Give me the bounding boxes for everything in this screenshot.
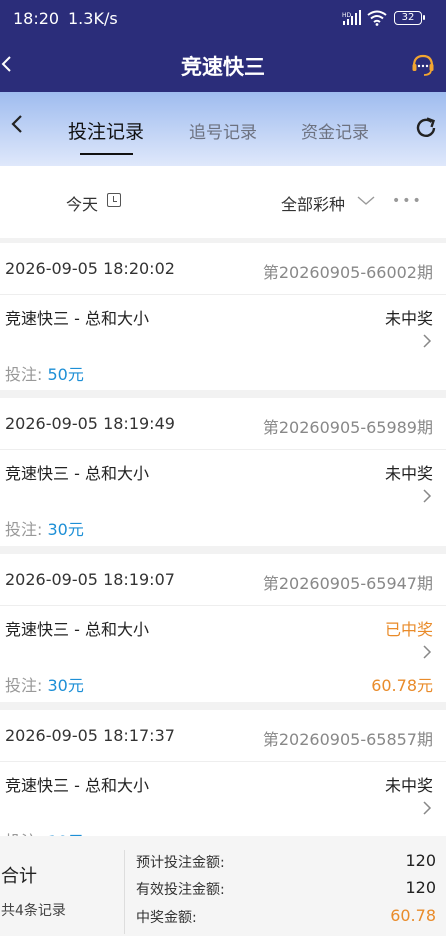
chevron-right-icon[interactable] bbox=[421, 799, 433, 817]
bet-record-card[interactable]: 2026-09-05 18:19:49 第20260905-65989期 竞速快… bbox=[0, 398, 446, 546]
prize-amount: 60.78元 bbox=[371, 676, 433, 695]
record-tabs: 投注记录 追号记录 资金记录 bbox=[0, 92, 446, 166]
tab-back-icon[interactable] bbox=[8, 113, 28, 135]
chevron-down-icon[interactable] bbox=[356, 193, 376, 207]
status-bar: 18:20 1.3K/s HD 32 bbox=[0, 0, 446, 38]
status-time: 18:20 bbox=[13, 9, 60, 28]
page-title: 竞速快三 bbox=[181, 55, 265, 79]
card-divider bbox=[0, 605, 446, 606]
win-status: 已中奖 bbox=[384, 620, 433, 639]
bet-amount-value: 30元 bbox=[47, 676, 84, 695]
game-name: 竞速快三 - 总和大小 bbox=[5, 776, 149, 795]
bet-amount: 投注: 50元 bbox=[5, 361, 84, 385]
summary-footer: 合计 共4条记录 预计投注金额: 120 有效投注金额: 120 中奖金额: 6… bbox=[0, 836, 446, 936]
win-status: 未中奖 bbox=[384, 464, 433, 483]
valid-bet-value: 120 bbox=[405, 878, 436, 897]
tab-fund-records[interactable]: 资金记录 bbox=[301, 118, 369, 143]
bet-record-card[interactable]: 2026-09-05 18:20:02 第20260905-66002期 竞速快… bbox=[0, 243, 446, 390]
chevron-right-icon[interactable] bbox=[421, 487, 433, 505]
card-divider bbox=[0, 294, 446, 295]
refresh-icon[interactable] bbox=[413, 115, 439, 141]
win-status: 未中奖 bbox=[384, 309, 433, 328]
bet-time: 2026-09-05 18:19:07 bbox=[5, 570, 175, 589]
lottery-type-filter[interactable]: 全部彩种 bbox=[281, 191, 345, 215]
clock-icon[interactable] bbox=[107, 193, 121, 207]
summary-total-label: 合计 bbox=[1, 866, 37, 887]
signal-icon: HD bbox=[342, 10, 361, 25]
bet-record-card[interactable]: 2026-09-05 18:19:07 第20260905-65947期 竞速快… bbox=[0, 554, 446, 702]
more-icon[interactable]: ••• bbox=[392, 193, 423, 209]
bet-amount: 投注: 30元 bbox=[5, 672, 84, 696]
game-name: 竞速快三 - 总和大小 bbox=[5, 309, 149, 328]
customer-service-icon[interactable] bbox=[410, 52, 436, 78]
issue-number: 第20260905-65989期 bbox=[262, 418, 433, 437]
bet-amount-value: 30元 bbox=[47, 520, 84, 539]
network-speed: 1.3K/s bbox=[68, 9, 118, 28]
active-tab-indicator bbox=[80, 153, 133, 155]
wifi-icon bbox=[367, 10, 387, 26]
game-name: 竞速快三 - 总和大小 bbox=[5, 620, 149, 639]
prize-total-label: 中奖金额: bbox=[136, 910, 197, 926]
record-count: 共4条记录 bbox=[1, 903, 66, 919]
valid-bet-label: 有效投注金额: bbox=[136, 882, 225, 898]
issue-number: 第20260905-66002期 bbox=[262, 263, 433, 282]
chevron-right-icon[interactable] bbox=[421, 332, 433, 350]
filter-bar: 今天 全部彩种 ••• bbox=[0, 166, 446, 238]
prize-total-value: 60.78 bbox=[390, 906, 436, 925]
bet-time: 2026-09-05 18:17:37 bbox=[5, 726, 175, 745]
bet-time: 2026-09-05 18:19:49 bbox=[5, 414, 175, 433]
card-divider bbox=[0, 761, 446, 762]
bet-amount-label: 投注: bbox=[5, 520, 48, 539]
tab-bet-records[interactable]: 投注记录 bbox=[68, 117, 144, 144]
card-divider bbox=[0, 449, 446, 450]
svg-text:HD: HD bbox=[342, 12, 352, 19]
issue-number: 第20260905-65947期 bbox=[262, 574, 433, 593]
tab-chase-records[interactable]: 追号记录 bbox=[189, 118, 257, 143]
summary-divider bbox=[124, 850, 125, 934]
bet-amount: 投注: 30元 bbox=[5, 516, 84, 540]
win-status: 未中奖 bbox=[384, 776, 433, 795]
app-header: 竞速快三 bbox=[0, 38, 446, 92]
chevron-right-icon[interactable] bbox=[421, 643, 433, 661]
expected-bet-label: 预计投注金额: bbox=[136, 855, 225, 871]
bet-amount-label: 投注: bbox=[5, 676, 48, 695]
bet-amount-value: 50元 bbox=[47, 365, 84, 384]
bet-amount-label: 投注: bbox=[5, 365, 48, 384]
issue-number: 第20260905-65857期 bbox=[262, 730, 433, 749]
bet-time: 2026-09-05 18:20:02 bbox=[5, 259, 175, 278]
battery-icon: 32 bbox=[394, 11, 425, 25]
game-name: 竞速快三 - 总和大小 bbox=[5, 464, 149, 483]
expected-bet-value: 120 bbox=[405, 851, 436, 870]
date-filter[interactable]: 今天 bbox=[66, 191, 98, 215]
